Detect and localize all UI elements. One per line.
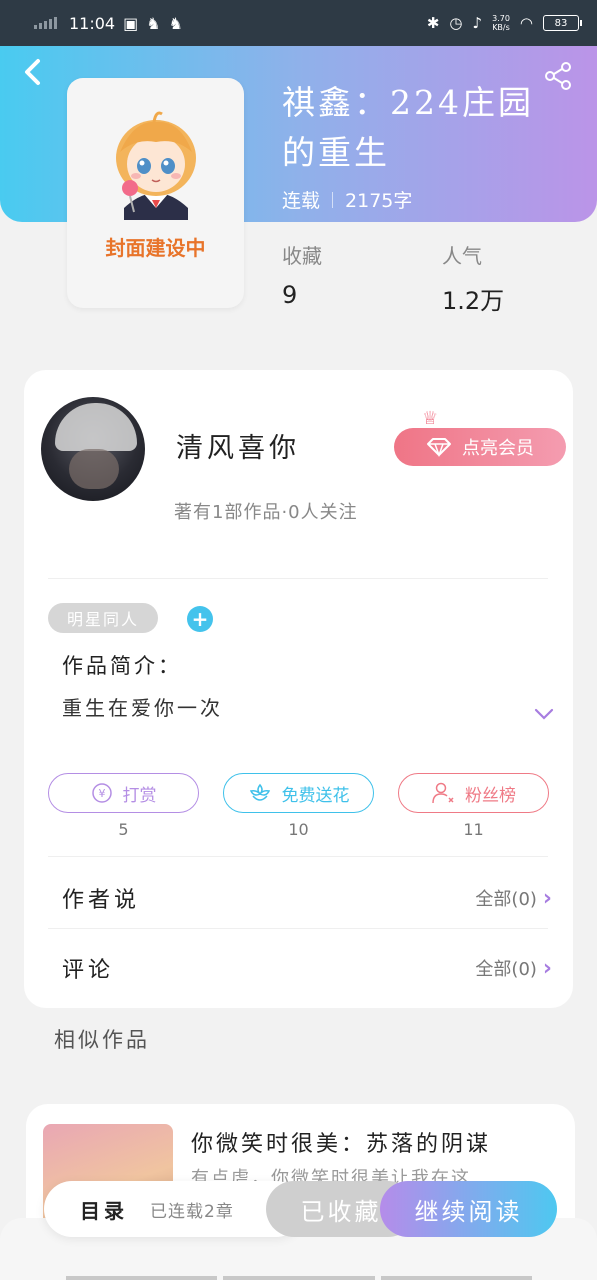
crown-icon: ♕	[422, 408, 439, 429]
cover-mascot-image	[106, 108, 206, 224]
send-flower-count: 10	[288, 820, 309, 839]
svg-text:¥: ¥	[98, 787, 105, 800]
toc-label: 目录	[80, 1198, 128, 1223]
table-of-contents-button[interactable]: 目录 已连载2章	[44, 1181, 304, 1237]
expand-chevron-icon[interactable]	[534, 706, 554, 726]
tip-label: 打赏	[122, 785, 157, 806]
author-says-title: 作者说	[62, 888, 141, 913]
divider	[48, 578, 548, 579]
fans-icon	[432, 782, 454, 804]
divider	[48, 928, 548, 929]
favorites-label: 收藏	[282, 244, 322, 268]
diamond-icon	[427, 438, 451, 457]
signal-icon	[34, 17, 57, 29]
qq-icon: ♞	[146, 13, 161, 33]
favorites-stat: 收藏 9	[282, 240, 322, 309]
book-detail-card: 清风喜你 ♕ 点亮会员 著有1部作品·0人关注 明星同人 + 作品简介： 重生在…	[24, 370, 573, 1008]
similar-work-title: 你微笑时很美：苏落的阴谋	[191, 1132, 492, 1157]
fan-ranking-label: 粉丝榜	[465, 785, 516, 806]
net-speed: 3.70 KB/s	[492, 14, 510, 32]
author-avatar[interactable]	[41, 397, 145, 501]
alarm-icon: ◷	[449, 14, 463, 32]
vip-button-label: 点亮会员	[462, 438, 534, 459]
book-title: 祺鑫：224庄园的重生	[282, 83, 534, 172]
book-meta: 连载 2175字	[282, 186, 412, 213]
mute-icon: ♪	[472, 14, 483, 32]
add-tag-icon[interactable]: +	[187, 606, 213, 632]
sim-icon: ▣	[123, 13, 139, 33]
author-says-all-link[interactable]: 全部(0)	[475, 885, 537, 911]
wifi-icon: ◠	[519, 14, 533, 32]
book-cover[interactable]: 封面建设中	[67, 78, 244, 308]
bottom-indicator	[66, 1276, 532, 1280]
book-word-count: 2175字	[345, 190, 413, 212]
send-flower-label: 免费送花	[281, 785, 350, 806]
comments-title: 评论	[62, 958, 115, 983]
intro-label: 作品简介：	[62, 654, 182, 678]
comments-all-link[interactable]: 全部(0)	[475, 955, 537, 981]
qq-icon-2: ♞	[168, 13, 183, 33]
favorites-value: 9	[282, 281, 298, 309]
bottom-action-bar: 目录 已连载2章 已收藏 继续阅读	[44, 1181, 557, 1237]
chevron-right-icon: ›	[542, 955, 552, 981]
share-icon[interactable]	[542, 60, 574, 92]
cover-placeholder-text: 封面建设中	[105, 236, 206, 260]
battery-icon: 83	[543, 15, 582, 31]
popularity-label: 人气	[442, 244, 482, 268]
meta-divider	[332, 191, 334, 208]
yen-icon: ¥	[91, 783, 112, 803]
send-flower-button[interactable]: 免费送花	[223, 773, 374, 813]
status-time: 11:04	[69, 13, 116, 33]
back-icon[interactable]	[22, 58, 44, 94]
comments-row[interactable]: 评论 全部(0) ›	[62, 948, 552, 988]
fan-ranking-button[interactable]: 粉丝榜	[398, 773, 549, 813]
author-says-row[interactable]: 作者说 全部(0) ›	[62, 878, 552, 918]
continue-reading-button[interactable]: 继续阅读	[380, 1181, 557, 1237]
popularity-value: 1.2万	[442, 287, 505, 315]
similar-works-title: 相似作品	[54, 1028, 150, 1052]
tip-button[interactable]: ¥ 打赏	[48, 773, 199, 813]
vip-button[interactable]: 点亮会员	[394, 428, 566, 466]
fan-ranking-count: 11	[463, 820, 484, 839]
status-bar: 11:04 ▣ ♞ ♞ ✱ ◷ ♪ 3.70 KB/s ◠ 83	[0, 0, 597, 46]
tip-count: 5	[118, 820, 129, 839]
bluetooth-icon: ✱	[426, 14, 440, 32]
book-status: 连载	[282, 190, 321, 212]
popularity-stat: 人气 1.2万	[442, 240, 504, 316]
flower-icon	[249, 783, 270, 801]
author-works-info: 著有1部作品·0人关注	[174, 502, 358, 523]
chevron-right-icon: ›	[542, 885, 552, 911]
toc-status: 已连载2章	[150, 1201, 234, 1222]
intro-text: 重生在爱你一次	[62, 696, 223, 720]
divider	[48, 856, 548, 857]
author-name[interactable]: 清风喜你	[176, 426, 300, 465]
genre-tag[interactable]: 明星同人	[48, 603, 158, 633]
